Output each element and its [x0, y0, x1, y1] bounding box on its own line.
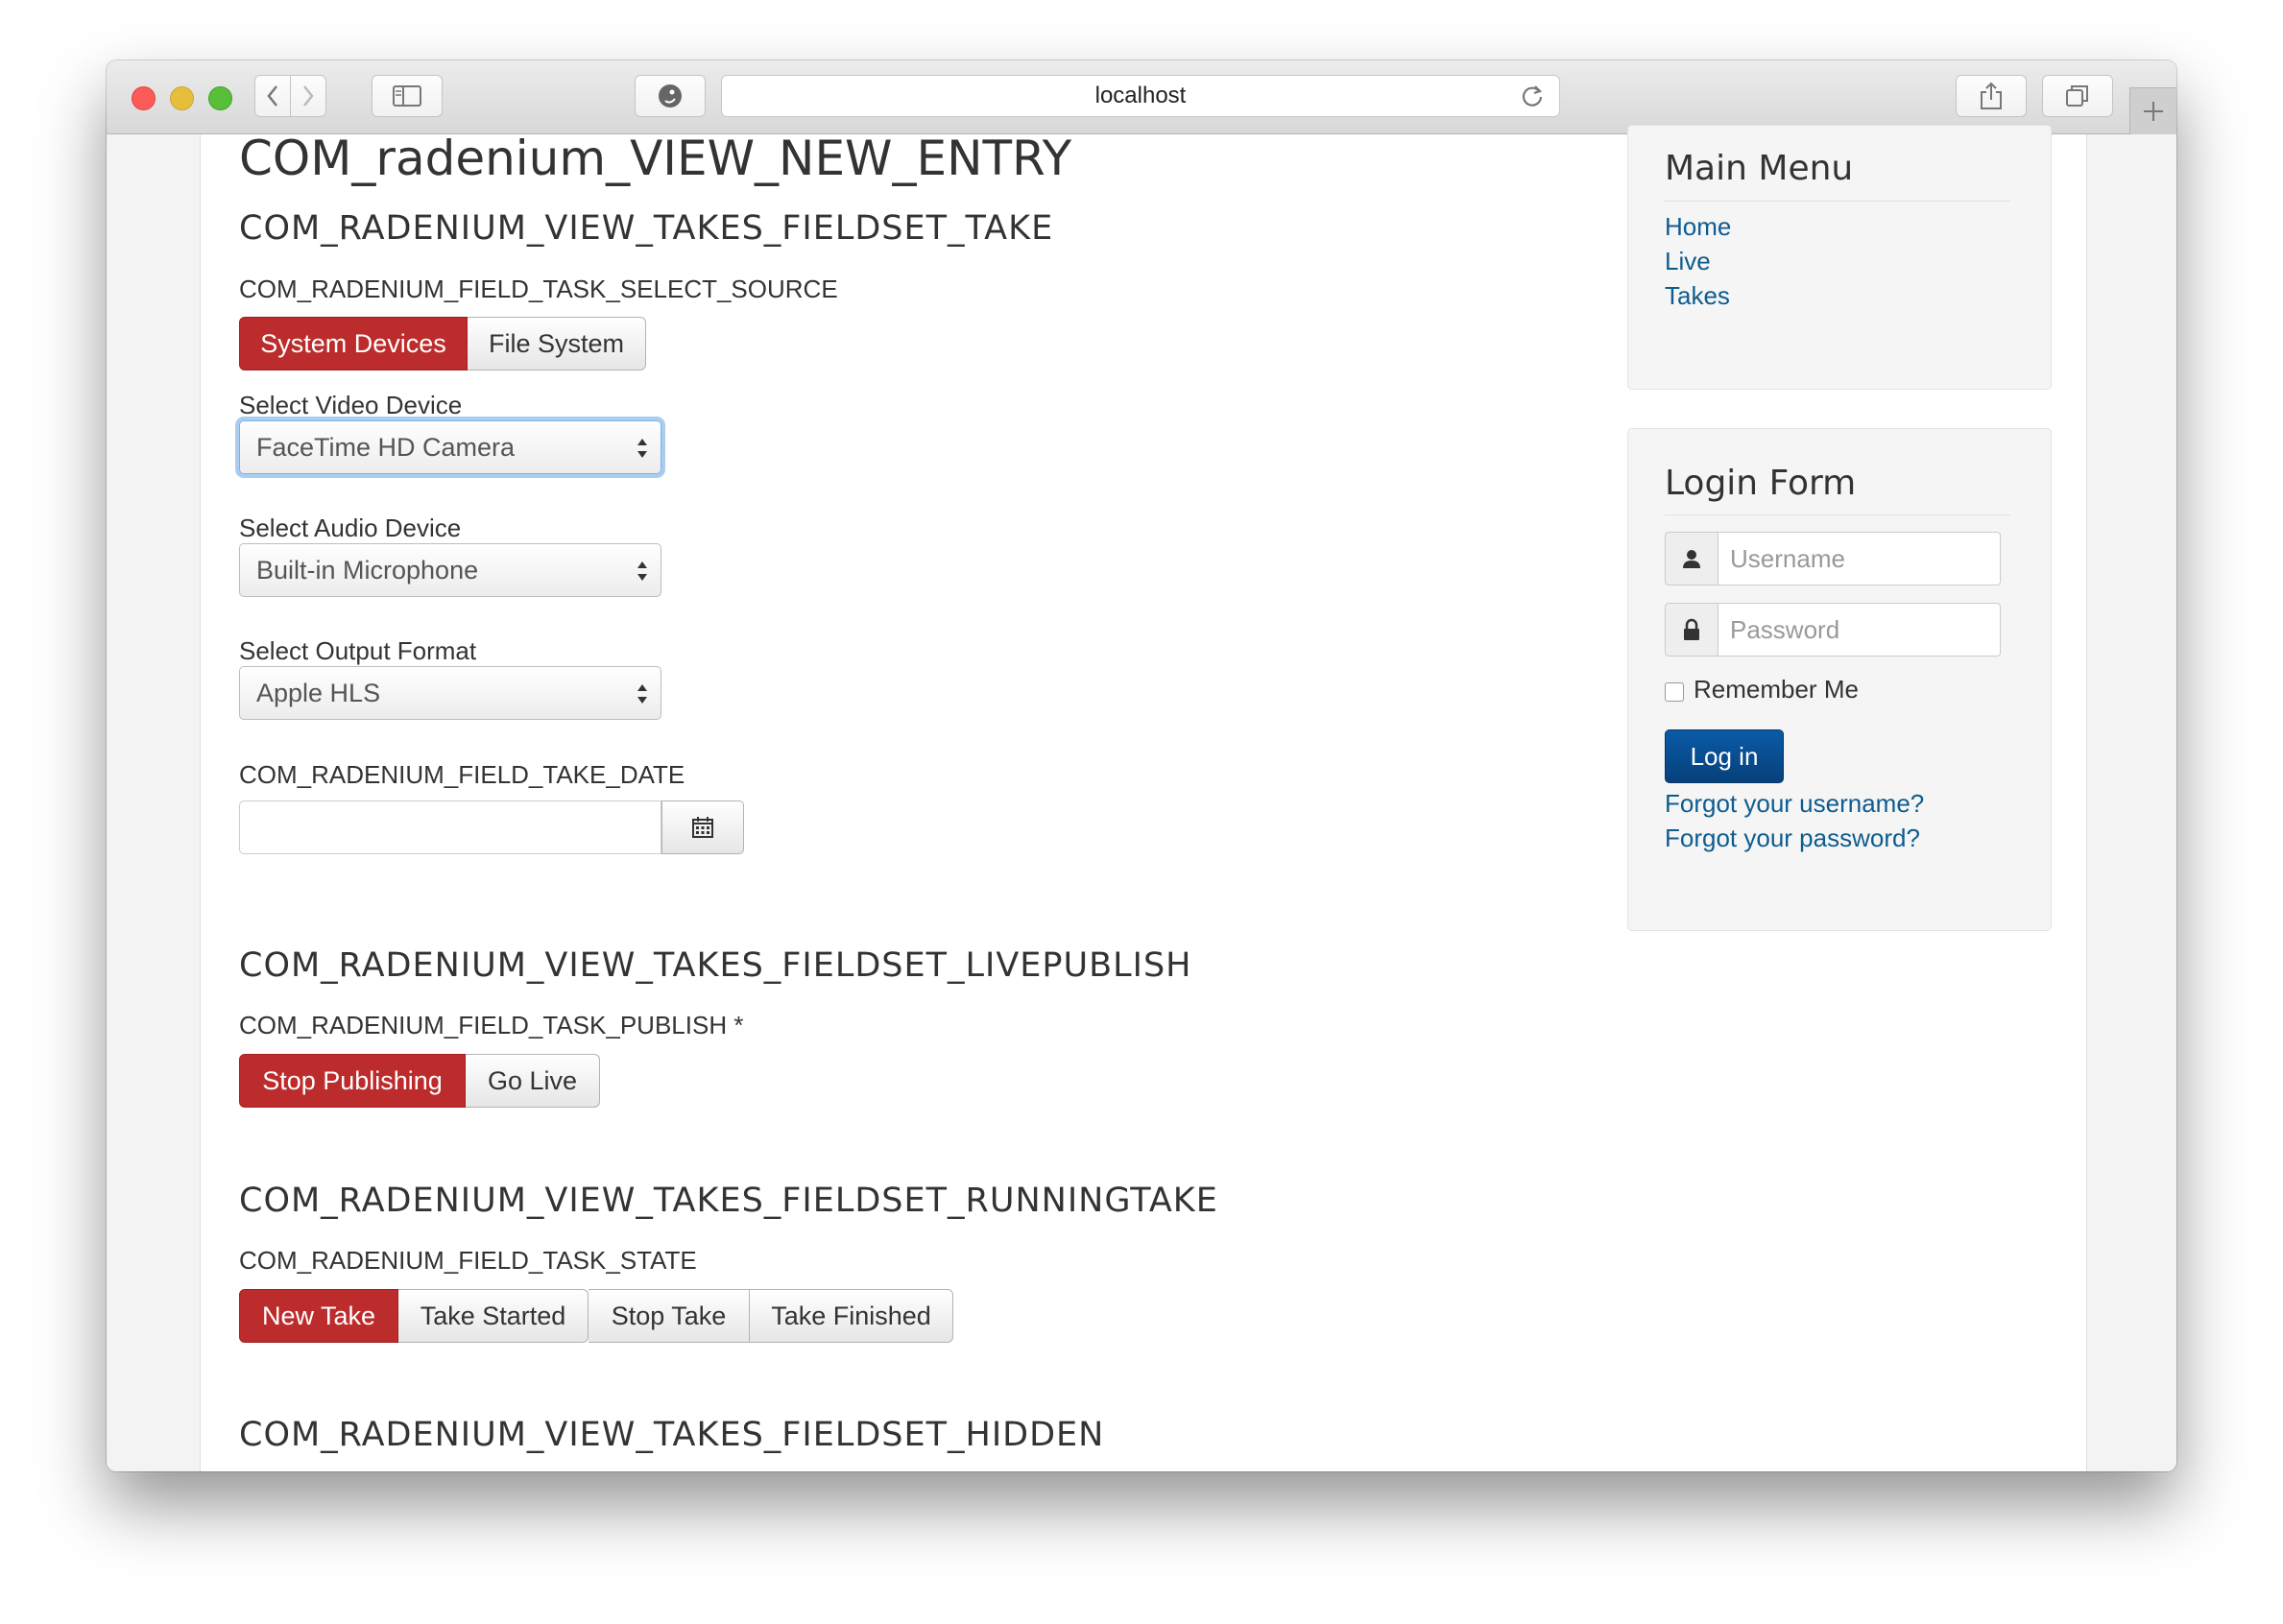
- forward-button[interactable]: [290, 75, 326, 117]
- password-input[interactable]: Password: [1718, 603, 2001, 657]
- take-date-input[interactable]: [239, 800, 661, 854]
- menu-link-takes[interactable]: Takes: [1665, 281, 1730, 311]
- lock-icon: [1665, 603, 1718, 657]
- sidebar-icon: [393, 85, 421, 107]
- forgot-password-link[interactable]: Forgot your password?: [1665, 824, 1920, 853]
- system-devices-button[interactable]: System Devices: [239, 317, 468, 370]
- video-device-label: Select Video Device: [239, 391, 463, 419]
- take-date-label: COM_RADENIUM_FIELD_TAKE_DATE: [239, 760, 685, 789]
- stop-take-button[interactable]: Stop Take: [589, 1289, 750, 1343]
- fieldset-runningtake-heading: COM_RADENIUM_VIEW_TAKES_FIELDSET_RUNNING…: [239, 1182, 1218, 1220]
- page-title: COM_radenium_VIEW_NEW_ENTRY: [239, 131, 1072, 186]
- fieldset-hidden-heading: COM_RADENIUM_VIEW_TAKES_FIELDSET_HIDDEN: [239, 1416, 1105, 1454]
- menu-link-live[interactable]: Live: [1665, 247, 1711, 276]
- password-group: Password: [1665, 603, 2001, 657]
- browser-window: localhost COM_radenium_VIEW_NEW_ENTRY CO…: [107, 60, 2176, 1471]
- password-placeholder: Password: [1730, 614, 1840, 644]
- audio-device-select[interactable]: Built-in Microphone: [239, 543, 661, 597]
- close-window-button[interactable]: [132, 86, 156, 110]
- minimize-window-button[interactable]: [170, 86, 194, 110]
- forgot-username-link[interactable]: Forgot your username?: [1665, 789, 1924, 819]
- sidebar-toggle-button[interactable]: [372, 75, 443, 117]
- fieldset-livepublish-heading: COM_RADENIUM_VIEW_TAKES_FIELDSET_LIVEPUB…: [239, 946, 1192, 985]
- state-button-group: New Take Take Started: [239, 1289, 589, 1343]
- chevron-left-icon: [267, 85, 277, 107]
- login-form-module: Login Form Username Password Remember Me…: [1627, 428, 2052, 931]
- remember-me-checkbox[interactable]: [1665, 682, 1684, 702]
- tabs-icon: [2066, 85, 2088, 107]
- calendar-icon: [692, 817, 713, 838]
- reload-icon[interactable]: [1519, 83, 1546, 116]
- select-arrows-icon: [637, 561, 647, 581]
- go-live-button[interactable]: Go Live: [466, 1054, 600, 1108]
- take-started-button[interactable]: Take Started: [398, 1289, 589, 1343]
- audio-device-value: Built-in Microphone: [256, 555, 479, 585]
- new-tab-button[interactable]: [2129, 87, 2176, 134]
- divider: [1665, 201, 2010, 202]
- audio-device-label: Select Audio Device: [239, 513, 462, 542]
- source-label: COM_RADENIUM_FIELD_TASK_SELECT_SOURCE: [239, 275, 838, 303]
- username-group: Username: [1665, 532, 2001, 585]
- state-label: COM_RADENIUM_FIELD_TASK_STATE: [239, 1246, 697, 1275]
- duck-icon: [659, 84, 682, 107]
- tabs-overview-button[interactable]: [2042, 75, 2113, 117]
- state-button-group-rest: Stop Take Take Finished: [589, 1289, 953, 1343]
- remember-me-label: Remember Me: [1694, 675, 1859, 704]
- plus-icon: [2144, 102, 2163, 121]
- publish-button-group: Stop Publishing Go Live: [239, 1054, 600, 1108]
- publish-label: COM_RADENIUM_FIELD_TASK_PUBLISH *: [239, 1011, 744, 1039]
- share-button[interactable]: [1956, 75, 2027, 117]
- source-button-group: System Devices File System: [239, 317, 646, 370]
- output-format-select[interactable]: Apple HLS: [239, 666, 661, 720]
- privacy-button[interactable]: [635, 75, 706, 117]
- select-arrows-icon: [637, 684, 647, 704]
- menu-link-home[interactable]: Home: [1665, 212, 1731, 242]
- chevron-right-icon: [303, 85, 314, 107]
- page-container: COM_radenium_VIEW_NEW_ENTRY COM_RADENIUM…: [200, 125, 2087, 1471]
- username-placeholder: Username: [1730, 543, 1845, 573]
- login-form-title: Login Form: [1665, 464, 1857, 503]
- address-text: localhost: [1094, 83, 1187, 108]
- address-bar[interactable]: localhost: [721, 75, 1560, 117]
- select-arrows-icon: [637, 439, 647, 458]
- browser-toolbar: localhost: [107, 60, 2176, 134]
- fieldset-take-heading: COM_RADENIUM_VIEW_TAKES_FIELDSET_TAKE: [239, 209, 1054, 248]
- stop-publishing-button[interactable]: Stop Publishing: [239, 1054, 466, 1108]
- share-icon: [1981, 82, 2002, 109]
- new-take-button[interactable]: New Take: [239, 1289, 398, 1343]
- main-menu-module: Main Menu Home Live Takes: [1627, 125, 2052, 390]
- main-menu-title: Main Menu: [1665, 149, 1854, 188]
- web-content: COM_radenium_VIEW_NEW_ENTRY COM_RADENIUM…: [107, 125, 2176, 1471]
- calendar-button[interactable]: [661, 800, 744, 854]
- user-icon: [1665, 532, 1718, 585]
- video-device-select[interactable]: FaceTime HD Camera: [239, 420, 661, 474]
- video-device-value: FaceTime HD Camera: [256, 432, 516, 462]
- divider: [1665, 514, 2010, 515]
- zoom-window-button[interactable]: [208, 86, 232, 110]
- back-button[interactable]: [254, 75, 291, 117]
- username-input[interactable]: Username: [1718, 532, 2001, 585]
- login-button[interactable]: Log in: [1665, 729, 1784, 783]
- output-format-label: Select Output Format: [239, 636, 477, 665]
- output-format-value: Apple HLS: [256, 678, 381, 707]
- file-system-button[interactable]: File System: [468, 317, 646, 370]
- take-finished-button[interactable]: Take Finished: [750, 1289, 953, 1343]
